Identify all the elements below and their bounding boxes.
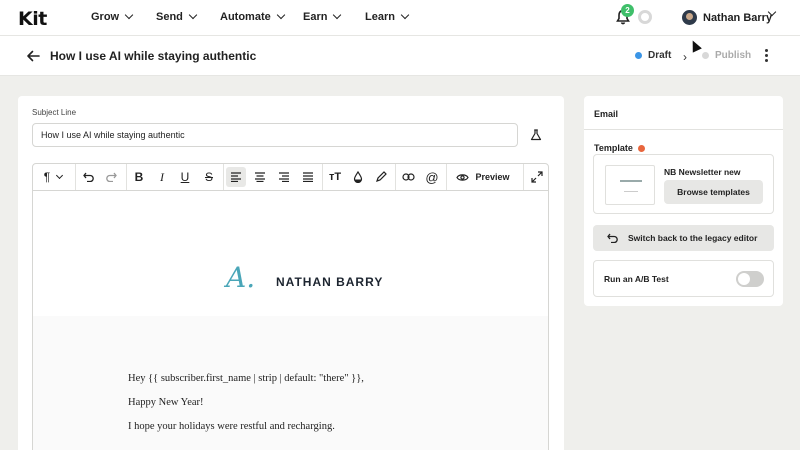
template-label: Template [594, 143, 645, 153]
nav-earn[interactable]: Earn [303, 10, 342, 23]
align-left-button[interactable] [226, 167, 246, 187]
nav-learn-label: Learn [365, 11, 395, 23]
undo-arrow-icon [607, 233, 618, 243]
bold-icon: B [134, 170, 144, 184]
bold-button[interactable]: B [129, 164, 149, 190]
align-justify-button[interactable] [298, 164, 318, 190]
underline-button[interactable]: U [175, 164, 195, 190]
droplet-icon [353, 171, 363, 183]
status-draft[interactable]: Draft [635, 50, 671, 61]
body-paragraph[interactable]: Happy New Year! [128, 397, 204, 408]
text-size-button[interactable]: тT [325, 164, 345, 190]
align-justify-icon [303, 172, 313, 182]
status-publish[interactable]: Publish [702, 50, 751, 61]
email-settings-panel: Email Template NB Newsletter new Browse … [584, 96, 783, 306]
template-status-dot-icon [637, 144, 645, 152]
body-paragraph[interactable]: I hope your holidays were restful and re… [128, 421, 335, 432]
nav-earn-label: Earn [303, 11, 328, 23]
strikethrough-icon: S [204, 170, 213, 184]
preview-button[interactable]: Preview [453, 164, 513, 190]
paragraph-style-dropdown[interactable]: ¶ [35, 164, 71, 190]
nav-learn[interactable]: Learn [365, 10, 410, 23]
eye-icon [456, 173, 470, 181]
chevron-down-icon [276, 10, 285, 20]
italic-icon: I [160, 169, 164, 184]
editor-toolbar: ¶ B I U S тT @ Preview [32, 163, 549, 191]
notification-badge: 2 [621, 4, 634, 17]
redo-icon [105, 172, 117, 182]
template-name: NB Newsletter new [664, 167, 741, 177]
align-right-icon [279, 172, 289, 182]
status-publish-label: Publish [715, 50, 752, 61]
text-color-button[interactable] [348, 164, 368, 190]
user-name[interactable]: Nathan Barry [703, 12, 772, 24]
chevron-down-icon [124, 10, 134, 20]
chevron-down-icon [56, 171, 64, 179]
more-options-icon[interactable] [765, 49, 769, 62]
subject-line-input[interactable]: How I use AI while staying authentic [32, 123, 518, 147]
mention-button[interactable]: @ [422, 164, 442, 190]
title-bar: How I use AI while staying authentic Dra… [0, 36, 800, 76]
avatar[interactable] [682, 10, 697, 25]
panel-header: Email [584, 96, 783, 130]
ab-test-label: Run an A/B Test [604, 274, 669, 284]
redo-button[interactable] [101, 164, 121, 190]
undo-icon [82, 172, 94, 182]
undo-button[interactable] [78, 164, 98, 190]
highlight-button[interactable] [371, 164, 391, 190]
nav-grow[interactable]: Grow [91, 10, 134, 23]
link-button[interactable] [398, 164, 418, 190]
expand-icon [531, 171, 543, 183]
template-label-text: Template [594, 143, 633, 153]
chevron-down-icon [333, 10, 342, 20]
at-sign-icon: @ [425, 169, 439, 185]
nav-automate-label: Automate [220, 11, 271, 23]
nav-grow-label: Grow [91, 11, 120, 23]
body-paragraph[interactable]: Hey {{ subscriber.first_name | strip | d… [128, 373, 364, 384]
chevron-right-icon: › [683, 50, 687, 64]
status-draft-label: Draft [648, 50, 672, 61]
align-center-button[interactable] [250, 164, 270, 190]
underline-icon: U [180, 170, 190, 184]
chevron-down-icon [188, 10, 198, 20]
email-body-canvas[interactable]: A. NATHAN BARRY Hey {{ subscriber.first_… [32, 191, 549, 450]
text-size-icon: тT [328, 171, 342, 183]
editor-panel: Subject Line How I use AI while staying … [18, 96, 564, 450]
nav-send-label: Send [156, 11, 183, 23]
template-card: NB Newsletter new Browse templates [593, 154, 774, 214]
align-left-icon [231, 172, 241, 182]
strikethrough-button[interactable]: S [199, 164, 219, 190]
draft-dot-icon [635, 52, 642, 59]
kit-logo[interactable]: Kit [18, 8, 47, 30]
subject-line-label: Subject Line [32, 108, 77, 117]
page-title[interactable]: How I use AI while staying authentic [50, 49, 256, 63]
browse-templates-button[interactable]: Browse templates [664, 180, 763, 204]
template-thumbnail[interactable] [605, 165, 655, 205]
publish-dot-icon [702, 52, 709, 59]
align-center-icon [255, 172, 265, 182]
highlighter-icon [376, 171, 387, 182]
chevron-down-icon [400, 10, 410, 20]
flask-icon[interactable] [530, 129, 542, 141]
legacy-editor-button[interactable]: Switch back to the legacy editor [593, 225, 774, 251]
ab-test-toggle[interactable] [736, 271, 764, 287]
signature-name: NATHAN BARRY [276, 275, 384, 289]
expand-button[interactable] [526, 164, 548, 190]
back-arrow-icon[interactable] [26, 50, 40, 62]
legacy-editor-label: Switch back to the legacy editor [628, 233, 758, 243]
ab-test-row: Run an A/B Test [593, 260, 774, 297]
preview-label: Preview [475, 172, 510, 182]
signature-logo: A. [226, 261, 256, 294]
link-icon [401, 173, 415, 181]
nav-send[interactable]: Send [156, 10, 198, 23]
top-navigation: Kit Grow Send Automate Earn Learn 2 Nath… [0, 0, 800, 36]
loading-ring-icon [638, 10, 652, 24]
nav-automate[interactable]: Automate [220, 10, 285, 23]
align-right-button[interactable] [274, 164, 294, 190]
paragraph-icon: ¶ [43, 170, 51, 184]
italic-button[interactable]: I [152, 164, 172, 190]
